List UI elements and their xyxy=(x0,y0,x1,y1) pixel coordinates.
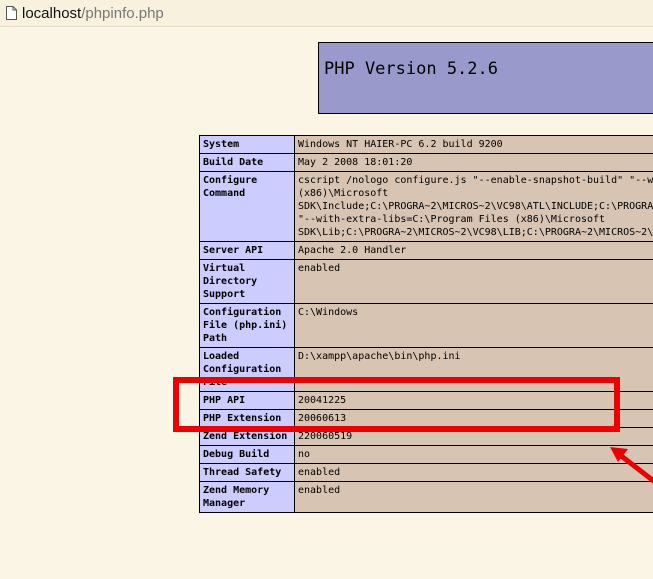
page-title: PHP Version 5.2.6 xyxy=(324,59,498,79)
row-value: enabled xyxy=(294,481,653,513)
annotation-highlight-box xyxy=(173,377,620,432)
table-row: Thread Safety enabled xyxy=(199,463,653,482)
row-value: enabled xyxy=(294,463,653,482)
url-path[interactable]: /phpinfo.php xyxy=(81,5,164,22)
table-row: Debug Build no xyxy=(199,445,653,464)
row-key: System xyxy=(199,135,295,154)
row-value: May 2 2008 18:01:20 xyxy=(294,153,653,172)
row-value-line: cscript /nologo configure.js "--enable-s… xyxy=(298,175,653,186)
row-value-line: SDK\Include;C:\PROGRA~2\MICROS~2\VC98\AT… xyxy=(298,201,653,212)
php-info-table: System Windows NT HAIER-PC 6.2 build 9200… xyxy=(199,135,653,513)
table-row: Configuration File (php.ini) Path C:\Wind… xyxy=(199,303,653,348)
row-key: Thread Safety xyxy=(199,463,295,482)
row-value: enabled xyxy=(294,259,653,304)
row-value-line: "--with-extra-libs=C:\Program Files (x86… xyxy=(298,214,606,225)
row-value-line: enabled xyxy=(298,467,341,478)
row-value-line: Apache 2.0 Handler xyxy=(298,245,407,256)
row-value-line: (x86)\Microsoft xyxy=(298,188,389,199)
table-row: Virtual Directory Support enabled xyxy=(199,259,653,304)
row-key: Zend Memory Manager xyxy=(199,481,295,513)
row-value: C:\Windows xyxy=(294,303,653,348)
url-host[interactable]: localhost xyxy=(22,5,81,22)
row-key: Configuration File (php.ini) Path xyxy=(199,303,295,348)
table-row: Zend Memory Manager enabled xyxy=(199,481,653,513)
table-row: Build Date May 2 2008 18:01:20 xyxy=(199,153,653,172)
row-value: Apache 2.0 Handler xyxy=(294,241,653,260)
row-value: cscript /nologo configure.js "--enable-s… xyxy=(294,171,653,242)
annotation-arrow xyxy=(610,447,653,484)
row-value-line: no xyxy=(298,449,311,460)
row-value: no xyxy=(294,445,653,464)
page-icon xyxy=(6,6,17,20)
row-key: Build Date xyxy=(199,153,295,172)
row-value-line: D:\xampp\apache\bin\php.ini xyxy=(298,351,461,362)
row-value-line: SDK\Lib;C:\PROGRA~2\MICROS~2\VC98\LIB;C:… xyxy=(298,227,653,238)
address-bar[interactable]: localhost/phpinfo.php xyxy=(0,0,653,27)
row-value: Windows NT HAIER-PC 6.2 build 9200 xyxy=(294,135,653,154)
table-row: Server API Apache 2.0 Handler xyxy=(199,241,653,260)
row-value-line: May 2 2008 18:01:20 xyxy=(298,157,413,168)
row-key: Server API xyxy=(199,241,295,260)
row-value-line: Windows NT HAIER-PC 6.2 build 9200 xyxy=(298,139,503,150)
php-version-header: PHP Version 5.2.6 xyxy=(318,42,653,114)
row-key: Virtual Directory Support xyxy=(199,259,295,304)
row-value-line: enabled xyxy=(298,485,341,496)
row-value-line: C:\Windows xyxy=(298,307,359,318)
row-key: Debug Build xyxy=(199,445,295,464)
table-row: System Windows NT HAIER-PC 6.2 build 9200 xyxy=(199,135,653,154)
row-value-line: enabled xyxy=(298,263,341,274)
table-row: Configure Command cscript /nologo configu… xyxy=(199,171,653,242)
row-key: Configure Command xyxy=(199,171,295,242)
